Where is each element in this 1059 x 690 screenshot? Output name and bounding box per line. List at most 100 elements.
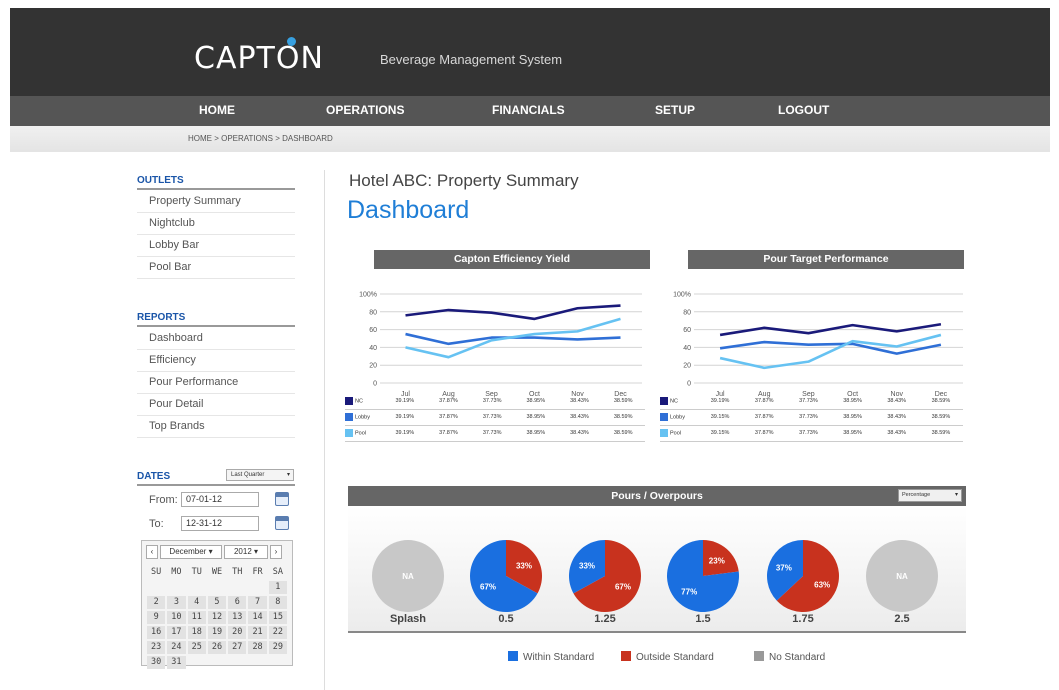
table-row: Lobby 39.19% 37.87% 37.73% 38.95% 38.43% 38.59… bbox=[345, 409, 645, 426]
calendar-day[interactable]: 23 bbox=[147, 641, 166, 654]
calendar-day[interactable]: 5 bbox=[207, 596, 227, 609]
report-dashboard[interactable]: Dashboard bbox=[137, 328, 295, 350]
calendar-blank bbox=[227, 580, 247, 595]
efficiency-line-chart: 100%806040200Jul Aug Sep Oct Nov Dec bbox=[359, 292, 642, 398]
outlet-pool-bar[interactable]: Pool Bar bbox=[137, 257, 295, 279]
calendar-day[interactable]: 31 bbox=[167, 656, 186, 669]
calendar-day[interactable]: 7 bbox=[248, 596, 267, 609]
month-value: December bbox=[169, 547, 207, 556]
sidebar-divider bbox=[324, 170, 325, 690]
reports-divider bbox=[137, 325, 295, 327]
calendar-day[interactable]: 25 bbox=[187, 641, 206, 654]
calendar-day[interactable]: 17 bbox=[167, 626, 186, 639]
table-cell: 37.73% bbox=[470, 409, 514, 426]
calendar-icon[interactable] bbox=[275, 492, 289, 506]
calendar-day[interactable]: 28 bbox=[248, 641, 267, 654]
series-swatch bbox=[345, 429, 353, 437]
nav-operations[interactable]: OPERATIONS bbox=[326, 103, 404, 117]
table-cell: 38.95% bbox=[830, 409, 875, 426]
month-select[interactable]: December ▾ bbox=[160, 545, 222, 559]
chevron-down-icon: ▾ bbox=[954, 492, 958, 498]
nav-financials[interactable]: FINANCIALS bbox=[492, 103, 565, 117]
nav-setup[interactable]: SETUP bbox=[655, 103, 695, 117]
pie-chart-splash: NA bbox=[372, 540, 444, 612]
breadcrumb[interactable]: HOME > OPERATIONS > DASHBOARD bbox=[188, 134, 333, 143]
pie-within-label: 33% bbox=[579, 561, 595, 570]
page-title: Dashboard bbox=[347, 196, 470, 224]
y-tick-label: 100% bbox=[359, 292, 377, 299]
y-tick-label: 0 bbox=[687, 381, 691, 388]
report-pour-performance[interactable]: Pour Performance bbox=[137, 372, 295, 394]
pour-pies-area: NA Splash 33% 67% 0.5 67% 33% 1.25 23% 77% 1.5 63% 3… bbox=[348, 506, 966, 633]
calendar-day[interactable]: 1 bbox=[268, 581, 287, 594]
calendar-day[interactable]: 30 bbox=[147, 656, 166, 669]
table-cell: 39.15% bbox=[698, 425, 743, 442]
legend-none-label: No Standard bbox=[769, 652, 826, 663]
breadcrumb-bar: HOME > OPERATIONS > DASHBOARD bbox=[10, 126, 1050, 152]
nav-logout[interactable]: LOGOUT bbox=[778, 103, 829, 117]
outlet-property-summary[interactable]: Property Summary bbox=[137, 191, 295, 213]
report-efficiency[interactable]: Efficiency bbox=[137, 350, 295, 372]
table-cell: 37.73% bbox=[786, 409, 831, 426]
nav-home[interactable]: HOME bbox=[199, 103, 235, 117]
pour-target-chart-title: Pour Target Performance bbox=[688, 250, 964, 269]
calendar-icon[interactable] bbox=[275, 516, 289, 530]
calendar-day[interactable]: 24 bbox=[167, 641, 186, 654]
pie-label: 1.5 bbox=[695, 613, 711, 625]
calendar-day[interactable]: 29 bbox=[268, 641, 287, 654]
table-cell: 38.43% bbox=[874, 425, 919, 442]
calendar-day[interactable]: 9 bbox=[147, 611, 166, 624]
calendar-day[interactable]: 12 bbox=[207, 611, 227, 624]
outlet-lobby-bar[interactable]: Lobby Bar bbox=[137, 235, 295, 257]
calendar-day[interactable]: 14 bbox=[248, 611, 267, 624]
calendar-day[interactable]: 4 bbox=[187, 596, 206, 609]
calendar-day[interactable]: 10 bbox=[167, 611, 186, 624]
report-pour-detail[interactable]: Pour Detail bbox=[137, 394, 295, 416]
dates-heading: DATES bbox=[137, 471, 171, 482]
calendar-day[interactable]: 13 bbox=[228, 611, 247, 624]
calendar-day[interactable]: 8 bbox=[268, 596, 287, 609]
next-month-button[interactable]: › bbox=[270, 545, 282, 559]
calendar-blank bbox=[166, 580, 186, 595]
legend-within: Within Standard bbox=[508, 651, 594, 663]
table-cell: 39.19% bbox=[383, 425, 427, 442]
calendar-day[interactable]: 6 bbox=[228, 596, 247, 609]
legend-outside-label: Outside Standard bbox=[636, 652, 714, 663]
pour-metric-select[interactable]: Percentage ▾ bbox=[898, 489, 962, 502]
prev-month-button[interactable]: ‹ bbox=[146, 545, 158, 559]
to-date-input[interactable]: 12-31-12 bbox=[181, 516, 259, 531]
date-range-select[interactable]: Last Quarter ▾ bbox=[226, 469, 294, 481]
calendar-day[interactable]: 20 bbox=[228, 626, 247, 639]
calendar-day[interactable]: 3 bbox=[167, 596, 186, 609]
y-tick-label: 40 bbox=[369, 345, 377, 352]
table-row: Pool 39.19% 37.87% 37.73% 38.95% 38.43% 38.59% bbox=[345, 425, 645, 442]
from-date-input[interactable]: 07-01-12 bbox=[181, 492, 259, 507]
app-logo[interactable]: CAPTON bbox=[194, 41, 324, 76]
table-row: NC 39.19% 37.87% 37.73% 38.95% 38.43% 38.59% bbox=[345, 393, 645, 410]
table-cell: 38.95% bbox=[513, 425, 558, 442]
report-top-brands[interactable]: Top Brands bbox=[137, 416, 295, 438]
calendar-day[interactable]: 2 bbox=[147, 596, 166, 609]
calendar-day[interactable]: 15 bbox=[268, 611, 287, 624]
series-line-nc bbox=[719, 322, 942, 337]
pie-chart-0-5: 33% 67% bbox=[470, 540, 542, 612]
outlet-nightclub[interactable]: Nightclub bbox=[137, 213, 295, 235]
table-cell: 37.73% bbox=[786, 425, 831, 442]
calendar-day[interactable]: 26 bbox=[207, 641, 227, 654]
calendar-day[interactable]: 19 bbox=[207, 626, 227, 639]
table-cell: 38.59% bbox=[601, 409, 645, 426]
weekday-label: WE bbox=[211, 567, 223, 577]
table-cell: 38.59% bbox=[918, 409, 963, 426]
calendar-day[interactable]: 11 bbox=[187, 611, 206, 624]
calendar-day[interactable]: 27 bbox=[228, 641, 247, 654]
year-select[interactable]: 2012 ▾ bbox=[224, 545, 268, 559]
legend-none-swatch bbox=[754, 651, 764, 661]
calendar-day[interactable]: 18 bbox=[187, 626, 206, 639]
calendar-grid: SU MO TU WE TH FR SA 1 2 3 4 5 6 7 8 9 10 11 12 13 14 15 16 17 1… bbox=[146, 565, 288, 670]
series-name: Lobby bbox=[355, 414, 370, 421]
table-cell: 37.87% bbox=[742, 425, 787, 442]
calendar-day[interactable]: 16 bbox=[147, 626, 166, 639]
pie-chart-1-5: 23% 77% bbox=[667, 540, 739, 612]
calendar-day[interactable]: 21 bbox=[248, 626, 267, 639]
calendar-day[interactable]: 22 bbox=[268, 626, 287, 639]
